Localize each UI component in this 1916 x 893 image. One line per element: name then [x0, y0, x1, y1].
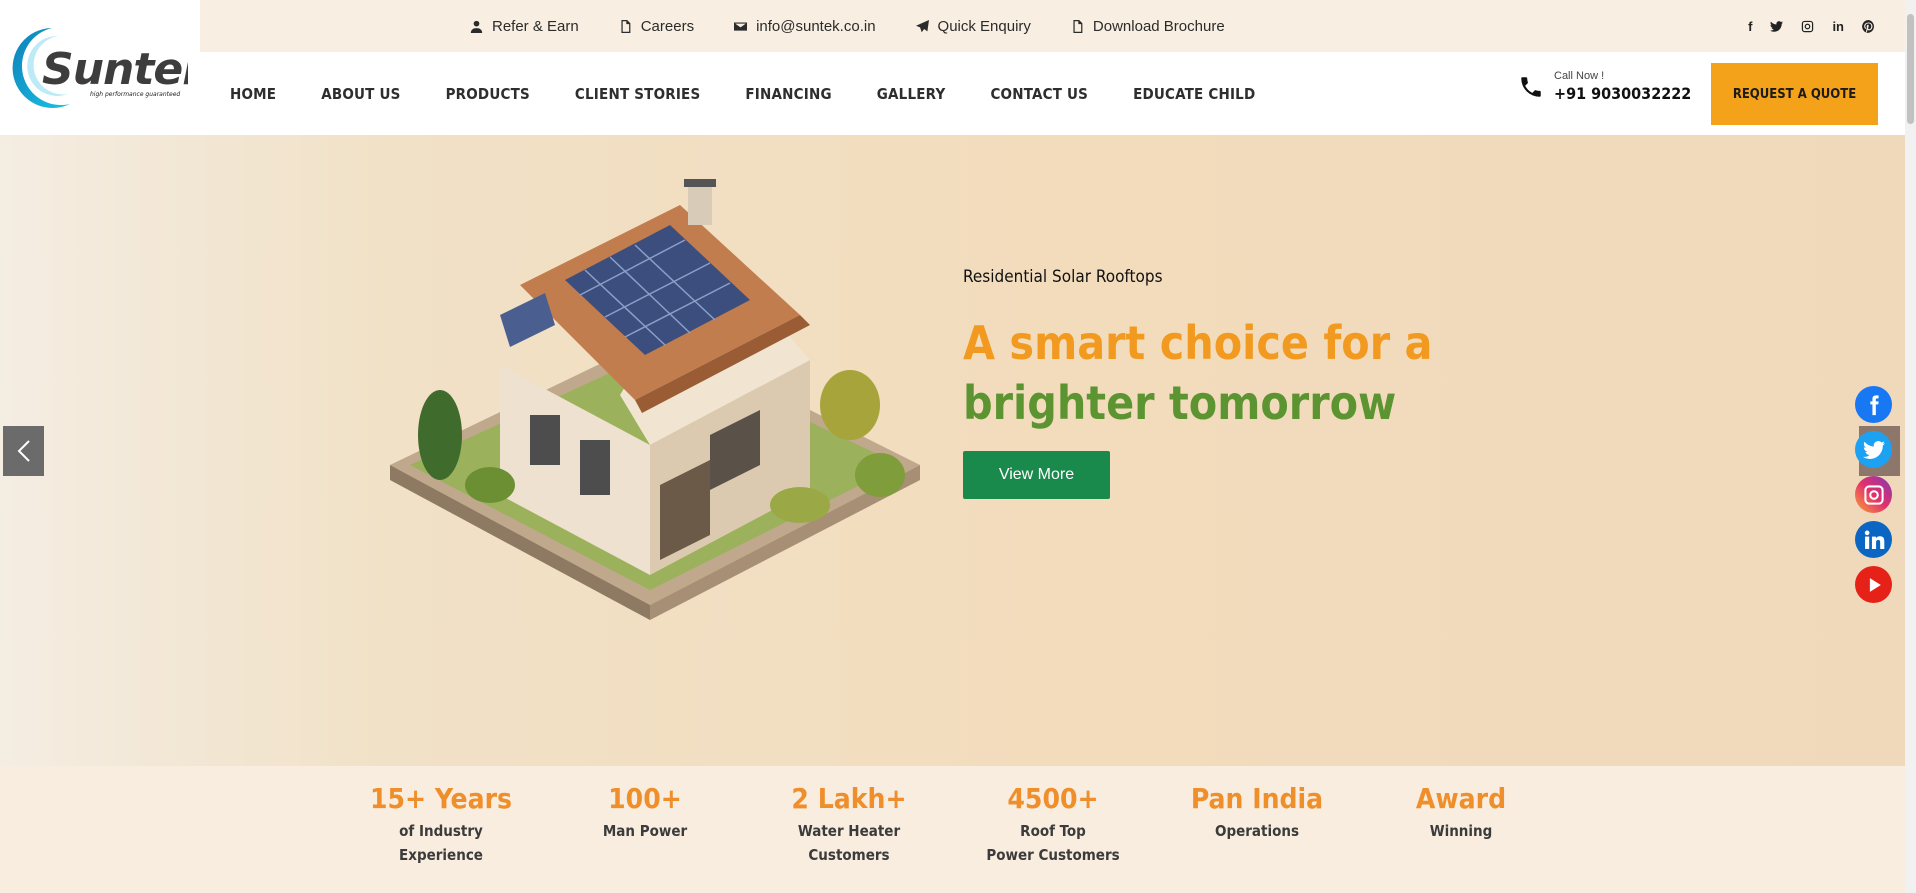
stat-value: Award	[1415, 782, 1507, 815]
call-now[interactable]: Call Now ! +91 9030032222	[1518, 70, 1691, 103]
download-brochure-label: Download Brochure	[1092, 17, 1225, 35]
slider-prev-button[interactable]	[3, 426, 44, 476]
stat-water-heater: 2 Lakh+ Water Heater Customers	[764, 782, 934, 867]
request-quote-button[interactable]: REQUEST A QUOTE	[1711, 63, 1878, 125]
hero-title-line-1: A smart choice for a	[963, 316, 1433, 370]
nav-item-contact-us[interactable]: CONTACT US	[990, 85, 1088, 103]
instagram-icon[interactable]	[1855, 476, 1892, 513]
stat-value: Pan India	[1190, 782, 1324, 815]
page-scrollbar[interactable]	[1905, 0, 1916, 893]
refer-earn-label: Refer & Earn	[492, 17, 579, 35]
quick-enquiry-label: Quick Enquiry	[937, 17, 1031, 35]
floating-social-bar	[1855, 386, 1892, 603]
paper-plane-icon	[915, 19, 929, 32]
chevron-left-icon	[17, 440, 30, 462]
refer-earn-link[interactable]: Refer & Earn	[470, 18, 579, 35]
nav-item-home[interactable]: HOME	[230, 85, 276, 103]
call-label: Call Now !	[1554, 70, 1605, 82]
logo-tagline: high performance guaranteed	[90, 91, 180, 98]
nav-menu: HOME ABOUT US PRODUCTS CLIENT STORIES FI…	[230, 52, 1255, 135]
top-utility-bar: Refer & Earn Careers info@suntek.co.in Q…	[200, 0, 1905, 52]
document-icon	[1073, 19, 1083, 33]
call-number[interactable]: +91 9030032222	[1554, 84, 1691, 103]
hero-title: A smart choice for a brighter tomorrow	[963, 313, 1432, 433]
careers-label: Careers	[640, 17, 695, 35]
stat-label: Water Heater Customers	[797, 822, 901, 864]
nav-item-about-us[interactable]: ABOUT US	[321, 85, 400, 103]
nav-item-gallery[interactable]: GALLERY	[877, 85, 946, 103]
user-icon	[470, 20, 483, 33]
logo-brand-text: Suntek	[42, 44, 188, 95]
view-more-button[interactable]: View More	[963, 451, 1110, 499]
nav-item-client-stories[interactable]: CLIENT STORIES	[575, 85, 700, 103]
stat-value: 2 Lakh+	[791, 782, 907, 815]
suntek-logo[interactable]: Suntek high performance guaranteed	[0, 0, 200, 135]
youtube-icon[interactable]	[1855, 566, 1892, 603]
nav-item-educate-child[interactable]: EDUCATE CHILD	[1133, 85, 1255, 103]
hero-title-line-2: brighter tomorrow	[963, 376, 1397, 430]
facebook-icon[interactable]	[1855, 386, 1892, 423]
download-brochure-link[interactable]: Download Brochure	[1071, 18, 1225, 35]
main-navbar: HOME ABOUT US PRODUCTS CLIENT STORIES FI…	[200, 52, 1905, 135]
stat-label: Operations	[1214, 822, 1300, 840]
stat-experience: 15+ Years of Industry Experience	[356, 782, 526, 867]
stat-value: 100+	[608, 782, 682, 815]
stat-man-power: 100+ Man Power	[560, 782, 730, 843]
careers-link[interactable]: Careers	[619, 18, 694, 35]
logo-graphic: Suntek high performance guaranteed	[12, 28, 188, 108]
quick-enquiry-link[interactable]: Quick Enquiry	[915, 17, 1031, 35]
nav-item-products[interactable]: PRODUCTS	[446, 85, 530, 103]
facebook-icon[interactable]: f	[1748, 19, 1752, 34]
envelope-icon	[734, 21, 748, 31]
stat-value: 4500+	[1007, 782, 1099, 815]
stat-label: Man Power	[602, 822, 688, 840]
stat-roof-top: 4500+ Roof Top Power Customers	[968, 782, 1138, 867]
stat-label: of Industry Experience	[399, 822, 483, 864]
scrollbar-thumb[interactable]	[1907, 14, 1914, 124]
pinterest-icon[interactable]	[1862, 19, 1875, 33]
phone-icon	[1521, 76, 1541, 97]
hero-kicker: Residential Solar Rooftops	[963, 267, 1163, 287]
solar-house-image	[390, 179, 920, 620]
email-link[interactable]: info@suntek.co.in	[734, 17, 876, 35]
nav-item-financing[interactable]: FINANCING	[745, 85, 831, 103]
stats-strip: 15+ Years of Industry Experience 100+ Ma…	[0, 766, 1905, 893]
hero-slider: Residential Solar Rooftops A smart choic…	[0, 135, 1905, 766]
linkedin-icon[interactable]	[1855, 521, 1892, 558]
top-social-links: f in	[1748, 0, 1875, 52]
twitter-icon[interactable]	[1855, 431, 1892, 468]
stat-pan-india: Pan India Operations	[1172, 782, 1342, 843]
instagram-icon[interactable]	[1801, 20, 1814, 33]
document-icon	[621, 19, 631, 33]
stat-value: 15+ Years	[369, 782, 513, 815]
email-label: info@suntek.co.in	[756, 17, 876, 35]
stat-award: Award Winning	[1376, 782, 1546, 843]
stat-label: Roof Top Power Customers	[986, 822, 1120, 864]
stat-label: Winning	[1429, 822, 1493, 840]
twitter-icon[interactable]	[1770, 20, 1784, 33]
top-links: Refer & Earn Careers info@suntek.co.in Q…	[470, 0, 1225, 52]
linkedin-icon[interactable]: in	[1832, 19, 1844, 34]
